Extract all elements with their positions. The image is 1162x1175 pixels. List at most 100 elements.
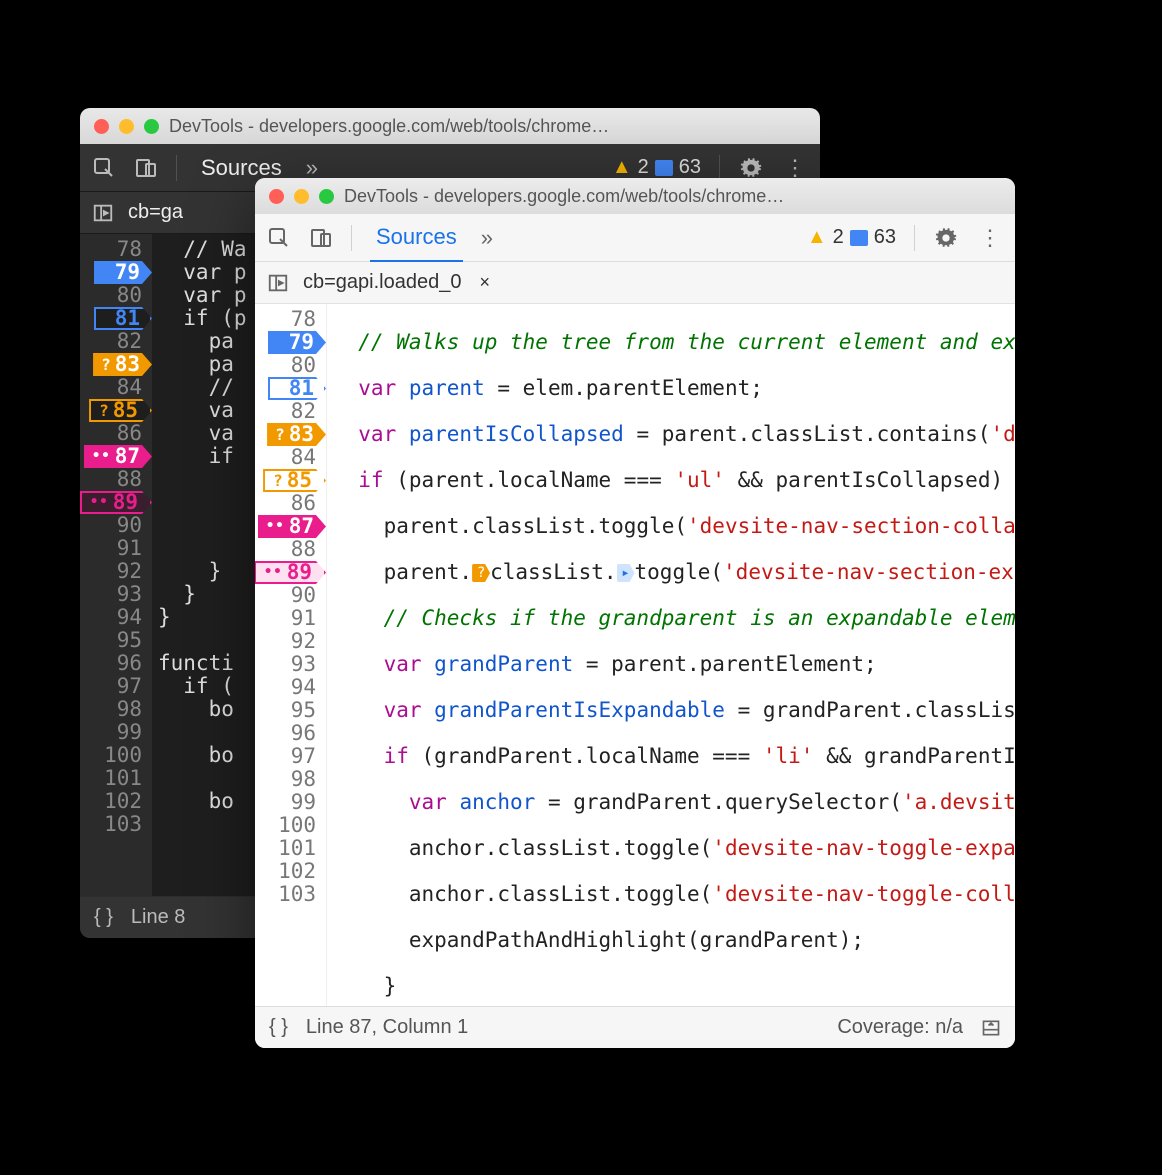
line-number[interactable]: 91 [255, 607, 326, 630]
more-tabs-icon[interactable]: » [306, 155, 318, 181]
line-number[interactable]: 99 [255, 791, 326, 814]
line-number[interactable]: 86 [255, 492, 326, 515]
minimize-dot[interactable] [294, 189, 309, 204]
editor[interactable]: 7879808182?8384?8586••8788••899091929394… [255, 304, 1015, 1006]
line-number[interactable]: 102 [80, 790, 152, 813]
more-menu-icon[interactable]: ⋮ [977, 225, 1003, 251]
more-tabs-icon[interactable]: » [481, 225, 493, 251]
line-number[interactable]: ?85 [255, 469, 326, 492]
close-dot[interactable] [269, 189, 284, 204]
breakpoint-marker[interactable]: 79 [94, 261, 152, 284]
line-number[interactable]: 97 [80, 675, 152, 698]
breakpoint-marker[interactable]: ?85 [263, 469, 326, 492]
settings-icon[interactable] [738, 155, 764, 181]
zoom-dot[interactable] [144, 119, 159, 134]
line-number[interactable]: 93 [255, 653, 326, 676]
filename[interactable]: cb=ga [128, 201, 183, 224]
line-number[interactable]: 102 [255, 860, 326, 883]
line-number[interactable]: ?83 [255, 423, 326, 446]
line-number[interactable]: ••87 [255, 515, 326, 538]
pretty-print-icon[interactable]: { } [94, 906, 113, 929]
filename[interactable]: cb=gapi.loaded_0 [303, 271, 461, 294]
line-number[interactable]: 78 [255, 308, 326, 331]
console-counts[interactable]: ▲ 2 63 [807, 226, 896, 249]
tab-sources[interactable]: Sources [370, 214, 463, 263]
column-breakpoint-icon[interactable]: ? [472, 564, 490, 582]
line-number[interactable]: 79 [80, 261, 152, 284]
breakpoint-marker[interactable]: ••89 [255, 561, 326, 584]
line-number[interactable]: 94 [80, 606, 152, 629]
breakpoint-marker[interactable]: 79 [268, 331, 326, 354]
line-number[interactable]: ••89 [80, 491, 152, 514]
gutter[interactable]: 7879808182?8384?8586••8788••899091929394… [80, 234, 152, 896]
line-number[interactable]: 82 [80, 330, 152, 353]
breakpoint-marker[interactable]: ?85 [89, 399, 152, 422]
breakpoint-marker[interactable]: ••87 [84, 445, 152, 468]
line-number[interactable]: 101 [80, 767, 152, 790]
line-number[interactable]: 78 [80, 238, 152, 261]
device-toolbar-icon[interactable] [134, 156, 158, 180]
line-number[interactable]: ?83 [80, 353, 152, 376]
line-number[interactable]: 97 [255, 745, 326, 768]
titlebar[interactable]: DevTools - developers.google.com/web/too… [80, 108, 820, 144]
line-number[interactable]: 88 [80, 468, 152, 491]
breakpoint-marker[interactable]: 81 [268, 377, 326, 400]
breakpoint-marker[interactable]: ?83 [267, 423, 326, 446]
settings-icon[interactable] [933, 225, 959, 251]
line-number[interactable]: 91 [80, 537, 152, 560]
more-menu-icon[interactable]: ⋮ [782, 155, 808, 181]
titlebar[interactable]: DevTools - developers.google.com/web/too… [255, 178, 1015, 214]
line-number[interactable]: 82 [255, 400, 326, 423]
line-number[interactable]: 98 [80, 698, 152, 721]
code-area[interactable]: // Walks up the tree from the current el… [327, 304, 1015, 1006]
statusbar: { } Line 87, Column 1 Coverage: n/a [255, 1006, 1015, 1048]
line-number[interactable]: 103 [255, 883, 326, 906]
line-number[interactable]: 92 [80, 560, 152, 583]
line-number[interactable]: ••87 [80, 445, 152, 468]
breakpoint-marker[interactable]: ?83 [93, 353, 152, 376]
line-number[interactable]: ••89 [255, 561, 326, 584]
pretty-print-icon[interactable]: { } [269, 1016, 288, 1039]
line-number[interactable]: 98 [255, 768, 326, 791]
zoom-dot[interactable] [319, 189, 334, 204]
line-number[interactable]: 94 [255, 676, 326, 699]
line-number[interactable]: 96 [255, 722, 326, 745]
minimize-dot[interactable] [119, 119, 134, 134]
console-counts[interactable]: ▲ 2 63 [612, 156, 701, 179]
line-number[interactable]: 95 [80, 629, 152, 652]
line-number[interactable]: 80 [255, 354, 326, 377]
line-number[interactable]: 84 [80, 376, 152, 399]
line-number[interactable]: 81 [80, 307, 152, 330]
column-breakpoint-icon[interactable]: ▸ [617, 564, 635, 582]
drawer-toggle-icon[interactable] [981, 1018, 1001, 1038]
breakpoint-marker[interactable]: ••89 [80, 491, 152, 514]
line-number[interactable]: 100 [80, 744, 152, 767]
line-number[interactable]: ?85 [80, 399, 152, 422]
device-toolbar-icon[interactable] [309, 226, 333, 250]
gutter[interactable]: 7879808182?8384?8586••8788••899091929394… [255, 304, 327, 1006]
line-number[interactable]: 88 [255, 538, 326, 561]
line-number[interactable]: 103 [80, 813, 152, 836]
line-number[interactable]: 86 [80, 422, 152, 445]
line-number[interactable]: 101 [255, 837, 326, 860]
line-number[interactable]: 99 [80, 721, 152, 744]
navigator-toggle-icon[interactable] [267, 272, 289, 294]
line-number[interactable]: 81 [255, 377, 326, 400]
line-number[interactable]: 79 [255, 331, 326, 354]
line-number[interactable]: 96 [80, 652, 152, 675]
breakpoint-marker[interactable]: 81 [94, 307, 152, 330]
close-dot[interactable] [94, 119, 109, 134]
close-file-icon[interactable]: × [475, 272, 494, 293]
line-number[interactable]: 90 [255, 584, 326, 607]
select-element-icon[interactable] [92, 156, 116, 180]
breakpoint-marker[interactable]: ••87 [258, 515, 326, 538]
line-number[interactable]: 92 [255, 630, 326, 653]
line-number[interactable]: 84 [255, 446, 326, 469]
navigator-toggle-icon[interactable] [92, 202, 114, 224]
line-number[interactable]: 100 [255, 814, 326, 837]
line-number[interactable]: 80 [80, 284, 152, 307]
line-number[interactable]: 90 [80, 514, 152, 537]
select-element-icon[interactable] [267, 226, 291, 250]
line-number[interactable]: 95 [255, 699, 326, 722]
line-number[interactable]: 93 [80, 583, 152, 606]
